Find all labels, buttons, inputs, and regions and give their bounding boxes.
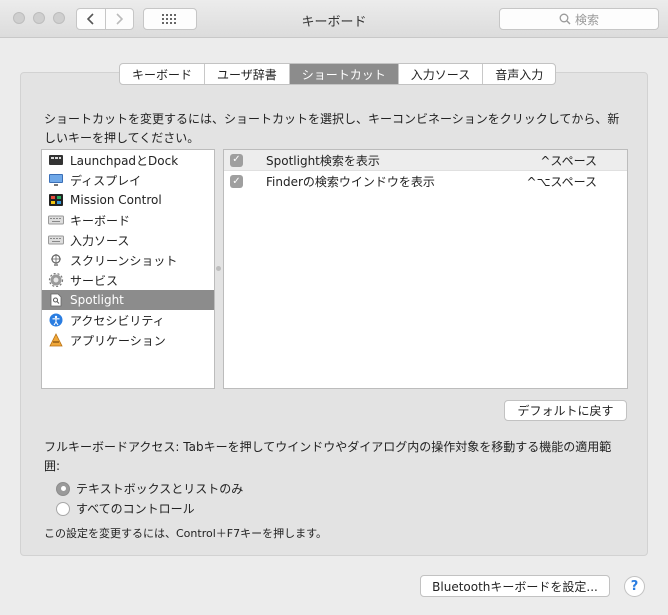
category-item-mission-control[interactable]: Mission Control — [42, 190, 214, 210]
radio-all-controls[interactable]: すべてのコントロール — [56, 500, 195, 517]
shortcut-checkbox[interactable]: ✓ — [230, 175, 243, 188]
tab-bar: キーボード ユーザ辞書 ショートカット 入力ソース 音声入力 — [119, 63, 557, 85]
shortcut-hint-text: この設定を変更するには、Control＋F7キーを押します。 — [44, 527, 327, 540]
category-list: LaunchpadとDock ディスプレイ Mission Control キー… — [41, 149, 215, 389]
screenshot-icon — [51, 254, 61, 266]
shortcut-label: Finderの検索ウインドウを表示 — [266, 175, 435, 189]
category-item-screenshot[interactable]: スクリーンショット — [42, 250, 214, 270]
instructions-text: ショートカットを変更するには、ショートカットを選択し、キーコンビネーションをクリ… — [44, 112, 620, 145]
radio-text-boxes-lists[interactable]: テキストボックスとリストのみ — [56, 480, 243, 497]
accessibility-icon — [49, 313, 63, 327]
category-label: Spotlight — [70, 293, 124, 307]
launchpad-icon — [49, 155, 63, 165]
category-item-accessibility[interactable]: アクセシビリティ — [42, 310, 214, 330]
category-label: キーボード — [70, 213, 131, 228]
shortcut-row[interactable]: ✓ Spotlight検索を表示 ^スペース — [224, 150, 627, 171]
category-item-launchpad[interactable]: LaunchpadとDock — [42, 150, 214, 170]
radio-label: テキストボックスとリストのみ — [76, 482, 244, 496]
full-keyboard-access-text: フルキーボードアクセス: Tabキーを押してウインドウやダイアログ内の操作対象を… — [44, 440, 612, 473]
category-item-display[interactable]: ディスプレイ — [42, 170, 214, 190]
tab-shortcuts[interactable]: ショートカット — [288, 64, 398, 84]
keyboard-icon — [48, 215, 64, 225]
tab-input-sources[interactable]: 入力ソース — [397, 64, 482, 84]
radio-button[interactable] — [56, 481, 70, 496]
setup-bluetooth-keyboard-button[interactable]: Bluetoothキーボードを設定... — [420, 575, 610, 597]
category-label: アクセシビリティ — [70, 313, 165, 328]
tab-user-dictionary[interactable]: ユーザ辞書 — [204, 64, 289, 84]
shortcut-label: Spotlight検索を表示 — [266, 153, 380, 168]
help-button[interactable]: ? — [624, 576, 645, 597]
shortcut-checkbox[interactable]: ✓ — [230, 153, 243, 167]
category-label: サービス — [70, 273, 119, 288]
category-label: LaunchpadとDock — [70, 153, 179, 168]
shortcut-keys[interactable]: ^⌥スペース — [527, 173, 597, 190]
shortcut-row[interactable]: ✓ Finderの検索ウインドウを表示 ^⌥スペース — [224, 171, 627, 192]
mission-control-icon — [49, 194, 63, 206]
category-label: Mission Control — [70, 193, 162, 207]
radio-button[interactable] — [56, 501, 70, 516]
keyboard-icon — [48, 235, 64, 245]
category-item-applications[interactable]: アプリケーション — [42, 330, 214, 350]
shortcut-list: ✓ Spotlight検索を表示 ^スペース ✓ Finderの検索ウインドウを… — [223, 149, 628, 389]
shortcut-keys[interactable]: ^スペース — [540, 152, 597, 169]
category-label: 入力ソース — [70, 233, 130, 248]
gear-icon — [48, 273, 64, 287]
split-view-handle[interactable] — [216, 266, 221, 271]
search-icon — [559, 13, 571, 25]
app-icon — [49, 333, 63, 347]
display-icon — [49, 174, 63, 186]
radio-label: すべてのコントロール — [76, 502, 195, 516]
search-input[interactable]: 検索 — [499, 8, 659, 30]
category-item-keyboard[interactable]: キーボード — [42, 210, 214, 230]
category-label: ディスプレイ — [70, 173, 142, 188]
tab-keyboard[interactable]: キーボード — [120, 64, 204, 84]
category-item-input-sources[interactable]: 入力ソース — [42, 230, 214, 250]
title-bar: キーボード 検索 — [0, 0, 668, 38]
category-item-spotlight[interactable]: Spotlight — [42, 290, 214, 310]
tab-dictation[interactable]: 音声入力 — [482, 64, 555, 84]
spotlight-icon — [50, 293, 62, 307]
restore-defaults-button[interactable]: デフォルトに戻す — [504, 400, 627, 421]
category-label: スクリーンショット — [70, 253, 178, 268]
search-placeholder: 検索 — [574, 12, 599, 27]
category-label: アプリケーション — [70, 333, 166, 348]
category-item-services[interactable]: サービス — [42, 270, 214, 290]
